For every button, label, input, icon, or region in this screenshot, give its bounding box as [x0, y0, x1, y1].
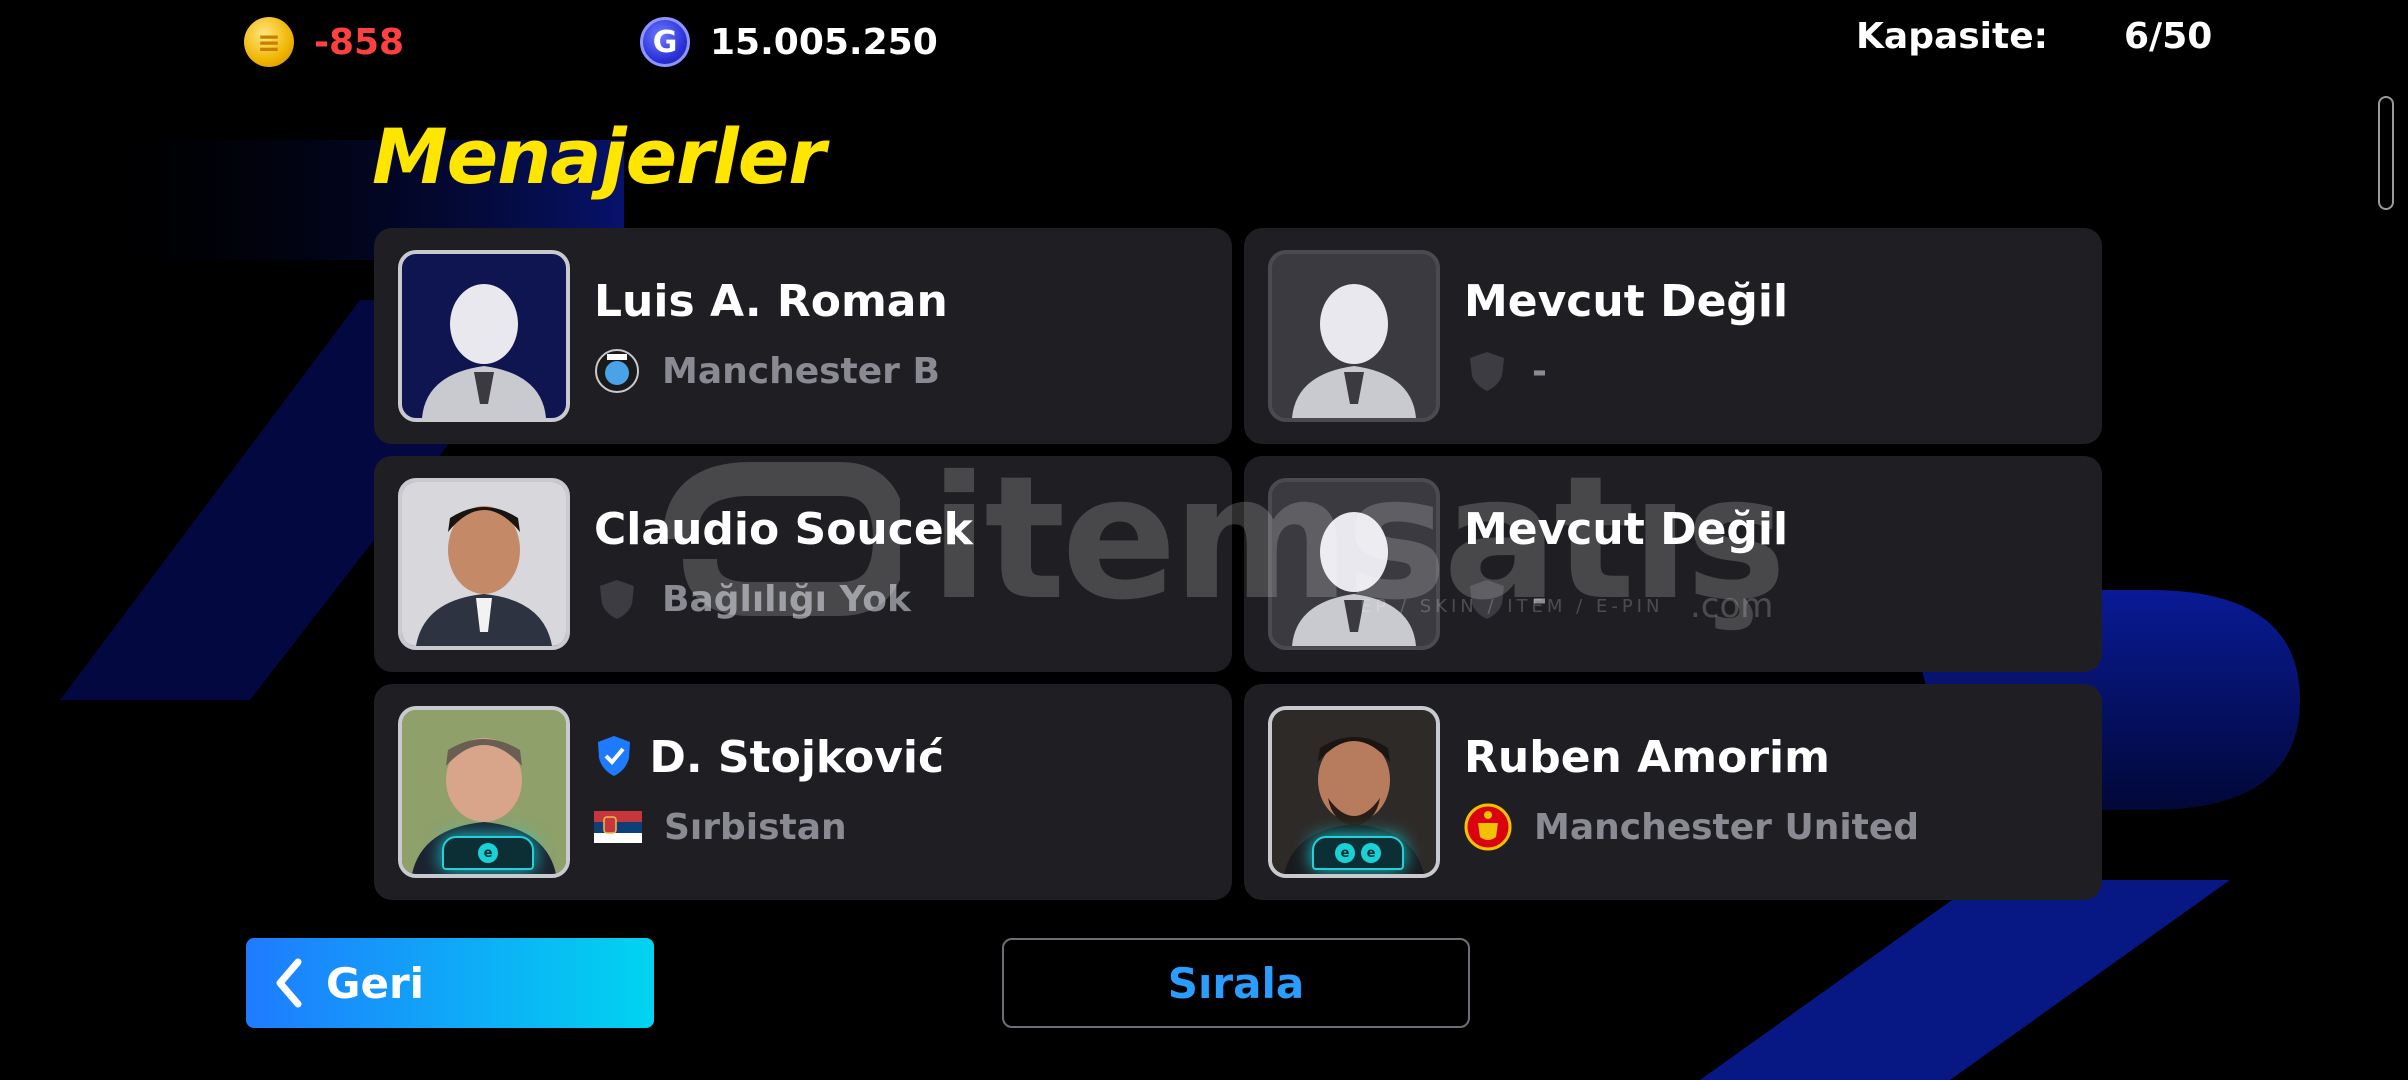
manager-name: D. Stojković	[649, 732, 945, 783]
manager-team: -	[1464, 346, 1547, 396]
watermark-tld: .com	[1690, 586, 1774, 626]
serbia-flag-icon	[594, 811, 642, 843]
manager-name: Luis A. Roman	[594, 276, 948, 327]
shield-icon	[600, 580, 634, 619]
manager-name: Mevcut Değil	[1464, 276, 1789, 327]
manager-card[interactable]: Mevcut Değil -	[1244, 228, 2102, 444]
coin-balance-value: -858	[314, 21, 405, 63]
manager-photo: e e	[1268, 706, 1440, 878]
manager-card[interactable]: e D. Stojković Sırbistan	[374, 684, 1232, 900]
level-badge: e e	[1312, 836, 1404, 870]
manager-card[interactable]: Claudio Soucek Bağlılığı Yok	[374, 456, 1232, 672]
sort-button[interactable]: Sırala	[1002, 938, 1470, 1028]
manager-photo	[398, 478, 570, 650]
manager-photo: e	[398, 706, 570, 878]
club-crest-icon	[595, 349, 639, 393]
gp-coin-icon: G	[640, 17, 690, 67]
manager-name: Mevcut Değil	[1464, 504, 1789, 555]
back-button[interactable]: Geri	[246, 938, 654, 1028]
manchester-united-crest-icon	[1464, 803, 1512, 851]
manager-avatar	[398, 250, 570, 422]
manager-card[interactable]: Luis A. Roman Manchester B	[374, 228, 1232, 444]
manager-name: Ruben Amorim	[1464, 732, 1830, 783]
watermark-tagline: EP / SKIN / ITEM / E-PIN	[1360, 596, 1664, 617]
manager-team: Bağlılığı Yok	[594, 574, 911, 624]
manager-team: Manchester B	[594, 346, 940, 396]
coin-balance: ≡ -858	[244, 14, 404, 70]
manager-card[interactable]: e e Ruben Amorim Manchester United	[1244, 684, 2102, 900]
manager-portrait	[402, 482, 566, 646]
silhouette-icon	[422, 284, 546, 418]
silhouette-icon	[1292, 512, 1416, 646]
back-button-label: Geri	[326, 958, 425, 1008]
page-title: Menajerler	[372, 112, 826, 201]
manager-avatar	[1268, 478, 1440, 650]
sort-button-label: Sırala	[1167, 958, 1305, 1008]
shield-icon	[1470, 352, 1504, 391]
manager-list-screen: ≡ -858 G 15.005.250 Kapasite: 6/50 Menaj…	[0, 0, 2408, 1080]
manager-name: Claudio Soucek	[594, 504, 973, 555]
silhouette-icon	[1292, 284, 1416, 418]
manager-card[interactable]: Mevcut Değil -	[1244, 456, 2102, 672]
manager-avatar	[1268, 250, 1440, 422]
efootball-coin-icon: e	[1361, 843, 1381, 863]
chevron-left-icon	[276, 958, 302, 1008]
manager-name-row: D. Stojković	[594, 732, 944, 783]
level-badge: e	[442, 836, 534, 870]
efootball-coin-icon: e	[478, 843, 498, 863]
efootball-coin-icon: ≡	[244, 17, 294, 67]
efootball-coin-icon: e	[1335, 843, 1355, 863]
scrollbar[interactable]	[2378, 96, 2394, 210]
gp-balance-value: 15.005.250	[710, 21, 938, 63]
gp-balance: G 15.005.250	[640, 14, 938, 70]
manager-team: Sırbistan	[594, 802, 847, 852]
verified-shield-icon	[598, 736, 630, 776]
manager-team: Manchester United	[1464, 802, 1919, 852]
capacity-label: Kapasite:	[1856, 16, 2049, 57]
capacity-value: 6/50	[2124, 16, 2213, 57]
